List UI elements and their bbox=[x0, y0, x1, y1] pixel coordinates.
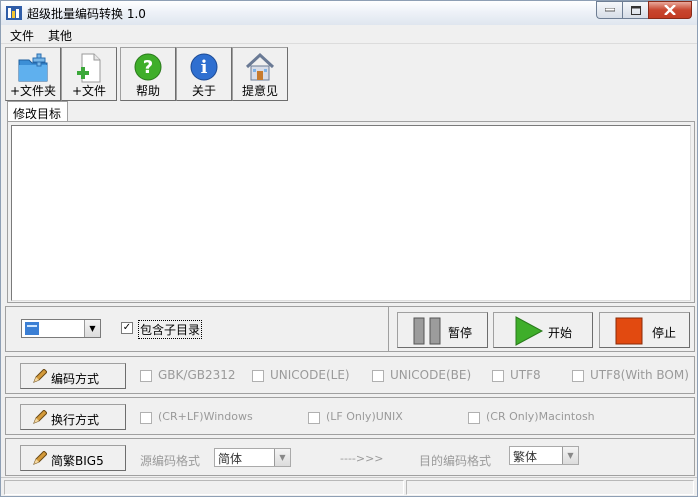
unicode-le-checkbox[interactable] bbox=[252, 370, 264, 382]
status-panel-1 bbox=[4, 480, 404, 495]
unicode-be-checkbox[interactable] bbox=[372, 370, 384, 382]
control-panel: ▼ ✓ 包含子目录 暂停 开始 停止 bbox=[5, 306, 695, 352]
gbk-label: GBK/GB2312 bbox=[158, 368, 236, 382]
cr-checkbox[interactable] bbox=[468, 412, 480, 424]
conversion-arrow: ---->>> bbox=[340, 452, 384, 465]
pause-label: 暂停 bbox=[448, 326, 473, 340]
tab-modify-target[interactable]: 修改目标 bbox=[7, 101, 68, 122]
help-button[interactable]: ? 帮助 bbox=[120, 47, 176, 101]
stop-icon bbox=[615, 317, 643, 345]
maximize-icon bbox=[630, 5, 641, 15]
help-icon: ? bbox=[134, 53, 162, 81]
add-folder-button[interactable]: +文件夹 bbox=[5, 47, 61, 101]
include-subdirs-label[interactable]: 包含子目录 bbox=[138, 320, 203, 339]
pencil-icon bbox=[33, 410, 47, 424]
unicode-be-label: UNICODE(BE) bbox=[390, 368, 472, 382]
toolbar: +文件夹 +文件 ? 帮助 i 关于 提意见 bbox=[5, 47, 288, 101]
cr-label: (CR Only)Macintosh bbox=[486, 410, 595, 423]
big5-row: 简繁BIG5 源编码格式 简体 ▼ ---->>> 目的编码格式 繁体 ▼ bbox=[5, 438, 695, 476]
unicode-le-label: UNICODE(LE) bbox=[270, 368, 350, 382]
newline-button[interactable]: 换行方式 bbox=[20, 404, 126, 430]
about-label: 关于 bbox=[191, 84, 216, 98]
folder-add-icon bbox=[18, 53, 48, 82]
drive-icon bbox=[25, 322, 39, 335]
target-encoding-value: 繁体 bbox=[513, 450, 538, 464]
menu-bar: 文件 其他 bbox=[1, 25, 697, 44]
add-file-button[interactable]: +文件 bbox=[61, 47, 117, 101]
minimize-icon bbox=[604, 8, 615, 12]
start-button[interactable]: 开始 bbox=[493, 312, 593, 348]
pause-button[interactable]: 暂停 bbox=[397, 312, 488, 348]
menu-file[interactable]: 文件 bbox=[10, 27, 34, 44]
info-icon: i bbox=[190, 53, 218, 81]
close-button[interactable] bbox=[648, 1, 692, 19]
minimize-button[interactable] bbox=[596, 1, 622, 19]
lf-checkbox[interactable] bbox=[308, 412, 320, 424]
target-encoding-label: 目的编码格式 bbox=[419, 454, 492, 468]
newline-button-label: 换行方式 bbox=[51, 413, 100, 427]
stop-button[interactable]: 停止 bbox=[599, 312, 690, 348]
drive-select[interactable]: ▼ bbox=[21, 319, 101, 338]
help-label: 帮助 bbox=[135, 84, 160, 98]
source-encoding-value: 简体 bbox=[218, 452, 243, 466]
about-button[interactable]: i 关于 bbox=[176, 47, 232, 101]
status-bar bbox=[1, 477, 697, 496]
svg-text:?: ? bbox=[143, 57, 153, 78]
pencil-icon bbox=[33, 451, 47, 465]
title-bar[interactable]: 超级批量编码转换 1.0 bbox=[1, 1, 697, 25]
target-file-list[interactable] bbox=[11, 125, 691, 301]
target-encoding-select[interactable]: 繁体 ▼ bbox=[509, 446, 579, 465]
window-title: 超级批量编码转换 1.0 bbox=[27, 7, 146, 21]
home-icon bbox=[245, 52, 275, 81]
crlf-label: (CR+LF)Windows bbox=[158, 410, 253, 423]
chevron-down-icon: ▼ bbox=[84, 320, 100, 337]
menu-other[interactable]: 其他 bbox=[48, 27, 72, 44]
lf-label: (LF Only)UNIX bbox=[326, 410, 403, 423]
tab-panel bbox=[7, 121, 695, 303]
main-window: 超级批量编码转换 1.0 文件 其他 +文件夹 +文件 ? 帮助 i 关于 提意… bbox=[0, 0, 698, 497]
include-subdirs-checkbox[interactable]: ✓ bbox=[121, 322, 133, 334]
source-encoding-label: 源编码格式 bbox=[140, 454, 201, 468]
pencil-icon bbox=[33, 369, 47, 383]
chevron-down-icon: ▼ bbox=[562, 447, 578, 464]
close-icon bbox=[664, 5, 676, 15]
crlf-checkbox[interactable] bbox=[140, 412, 152, 424]
encoding-row: 编码方式 GBK/GB2312 UNICODE(LE) UNICODE(BE) … bbox=[5, 356, 695, 394]
utf8-checkbox[interactable] bbox=[492, 370, 504, 382]
encoding-button-label: 编码方式 bbox=[51, 372, 100, 386]
add-folder-label: +文件夹 bbox=[9, 84, 57, 98]
file-add-icon bbox=[77, 53, 101, 83]
utf8-bom-checkbox[interactable] bbox=[572, 370, 584, 382]
start-label: 开始 bbox=[548, 326, 573, 340]
play-icon bbox=[515, 316, 544, 346]
feedback-button[interactable]: 提意见 bbox=[232, 47, 288, 101]
utf8-label: UTF8 bbox=[510, 368, 541, 382]
add-file-label: +文件 bbox=[71, 84, 107, 98]
gbk-checkbox[interactable] bbox=[140, 370, 152, 382]
big5-button-label: 简繁BIG5 bbox=[51, 454, 104, 468]
svg-text:i: i bbox=[201, 57, 208, 78]
encoding-button[interactable]: 编码方式 bbox=[20, 363, 126, 389]
stop-label: 停止 bbox=[652, 326, 677, 340]
chevron-down-icon: ▼ bbox=[274, 449, 290, 466]
feedback-label: 提意见 bbox=[241, 84, 278, 98]
pause-icon bbox=[413, 317, 441, 345]
app-icon bbox=[6, 5, 22, 21]
maximize-button[interactable] bbox=[622, 1, 648, 19]
utf8-bom-label: UTF8(With BOM) bbox=[590, 368, 689, 382]
newline-row: 换行方式 (CR+LF)Windows (LF Only)UNIX (CR On… bbox=[5, 397, 695, 435]
source-encoding-select[interactable]: 简体 ▼ bbox=[214, 448, 291, 467]
status-panel-2 bbox=[406, 480, 694, 495]
big5-button[interactable]: 简繁BIG5 bbox=[20, 445, 126, 471]
